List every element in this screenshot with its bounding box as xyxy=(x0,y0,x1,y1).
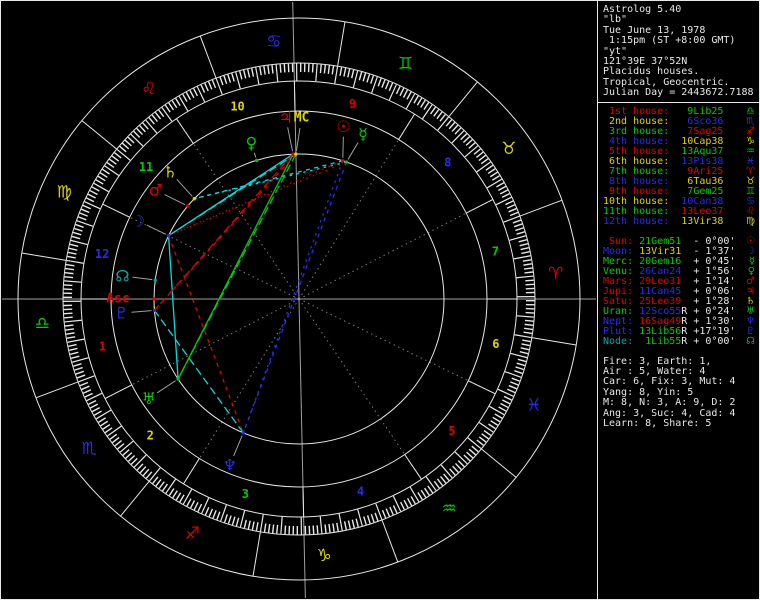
info-panel: Astrolog 5.40 "lb" Tue June 13, 1978 1:15p… xyxy=(597,1,759,599)
position-dot-asc xyxy=(152,297,156,301)
house-number-6: 6 xyxy=(492,337,499,351)
sign-glyph-pisces: ♓ xyxy=(526,396,541,416)
planet-glyph-jupiter: ♃ xyxy=(278,108,292,127)
natal-wheel-chart: ♈♉♊♋♌♍♎♏♐♑♒♓123 456789101112☉☽☿♀♂♃♄♅♆♇☊MC… xyxy=(2,1,596,599)
planet-glyph-sun: ☉ xyxy=(336,117,350,136)
chart-wheel-area: ♈ ♉ ♊ ♋ ♌ ♍ ♎ ♏ ♐ ♑ ♒ ♓ 1 2 3 4 5 6 7 8 9 10 11 12 ☉ ☽ ☿ ♀ ♂ ♃ ♄ ♅ ♆ ♇ ☊ MC… xyxy=(1,1,597,599)
planet-glyph-moon: ☽ xyxy=(131,211,145,230)
axis-label-asc: Asc xyxy=(106,292,129,307)
sign-glyph-scorpio: ♏ xyxy=(82,439,97,459)
sign-glyph-taurus: ♉ xyxy=(501,139,516,159)
position-dot-neptune xyxy=(241,431,245,435)
aspect-square-moon-neptune xyxy=(167,235,244,434)
planet-row-node: Node: 1Lib55R + 0°00' ☊ xyxy=(603,335,759,347)
house-number-12: 12 xyxy=(95,247,109,261)
aspect-opposition-sun-neptune xyxy=(242,160,344,434)
position-dot-uranus xyxy=(176,377,180,381)
planet-glyph-mercury: ☿ xyxy=(358,124,368,143)
house-row-12-text: 12th house: 13Vir38 xyxy=(603,215,724,227)
sign-glyph-gemini: ♊ xyxy=(398,54,413,74)
house-row-12: 12th house: 13Vir38 ♍ xyxy=(603,215,759,227)
planet-glyph-neptune: ♆ xyxy=(223,456,237,475)
stats-line-7: Learn: 8, Share: 5 xyxy=(603,418,712,430)
sign-glyph-leo: ♌ xyxy=(141,79,156,99)
planet-glyph-uranus: ♅ xyxy=(142,389,156,408)
panel-separator xyxy=(598,101,759,103)
house-number-11: 11 xyxy=(139,160,153,174)
aspect-sextile-moon-mc xyxy=(168,153,297,237)
planet-glyph-mars: ♂ xyxy=(148,181,162,200)
sign-glyph-sagittarius: ♐ xyxy=(185,524,200,544)
astrolog-window: ♈ ♉ ♊ ♋ ♌ ♍ ♎ ♏ ♐ ♑ ♒ ♓ 1 2 3 4 5 6 7 8 9 10 11 12 ☉ ☽ ☿ ♀ ♂ ♃ ♄ ♅ ♆ ♇ ☊ MC… xyxy=(0,0,760,600)
planet-glyph-saturn: ♄ xyxy=(163,162,177,181)
house-number-5: 5 xyxy=(448,424,455,438)
sign-glyph-aquarius: ♒ xyxy=(442,499,457,519)
house-number-2: 2 xyxy=(147,429,154,443)
position-dot-sun xyxy=(341,159,345,163)
planet-glyph-venus: ♀ xyxy=(246,134,258,153)
planet-row-node-glyph: ☊ xyxy=(746,335,755,347)
planet-table: Sun: 21Gem51 - 0°00' ☉ Moon: 13Vir31 - 1°3… xyxy=(603,236,759,347)
position-dot-node xyxy=(153,278,157,282)
position-dot-mars xyxy=(186,204,190,208)
house-number-10: 10 xyxy=(230,100,244,114)
planet-row-node-text: Node: 1Lib55R + 0°00' xyxy=(603,335,736,347)
planet-position-dots xyxy=(152,152,349,435)
house-number-4: 4 xyxy=(357,484,364,498)
house-table: 1st house: 9Lib25 ♎ 2nd house: 6Sco36 ♏ 3r… xyxy=(603,106,759,227)
chart-header: Astrolog 5.40 "lb" Tue June 13, 1978 1:15p… xyxy=(603,4,759,99)
sign-glyph-capricorn: ♑ xyxy=(316,546,331,566)
axis-label-mc: MC xyxy=(294,111,310,126)
aspect-lines xyxy=(153,153,348,434)
house-row-12-glyph: ♍ xyxy=(746,215,755,227)
aspect-sextile-moon-uranus xyxy=(167,235,179,380)
aspect-sextile-mercury-saturn xyxy=(194,161,347,200)
position-dot-mercury xyxy=(344,160,349,164)
element-stats: Fire: 3, Earth: 1, Air : 5, Water: 4 Car: … xyxy=(603,356,759,430)
house-number-8: 8 xyxy=(444,155,451,169)
position-dot-moon xyxy=(166,233,171,238)
asc-mc-axes xyxy=(2,1,596,599)
aspect-sextile-neptune-pluto xyxy=(153,310,244,434)
planet-glyph-node: ☊ xyxy=(115,266,129,285)
house-number-7: 7 xyxy=(492,245,499,259)
aspect-sextile-moon-jupiter xyxy=(168,153,294,237)
house-number-3: 3 xyxy=(242,487,249,501)
position-dot-saturn xyxy=(192,196,196,201)
position-dot-venus xyxy=(254,158,259,163)
house-number-9: 9 xyxy=(349,97,356,111)
position-dot-mc xyxy=(294,152,298,156)
header-line-9: Julian Day = 2443672.7188 xyxy=(603,87,754,99)
sign-glyph-libra: ♎ xyxy=(35,314,50,334)
position-dot-pluto xyxy=(152,308,157,313)
sign-glyph-cancer: ♋ xyxy=(266,32,281,52)
sign-glyph-aries: ♈ xyxy=(548,264,563,284)
sign-glyph-virgo: ♍ xyxy=(56,182,71,202)
house-number-1: 1 xyxy=(99,339,106,353)
